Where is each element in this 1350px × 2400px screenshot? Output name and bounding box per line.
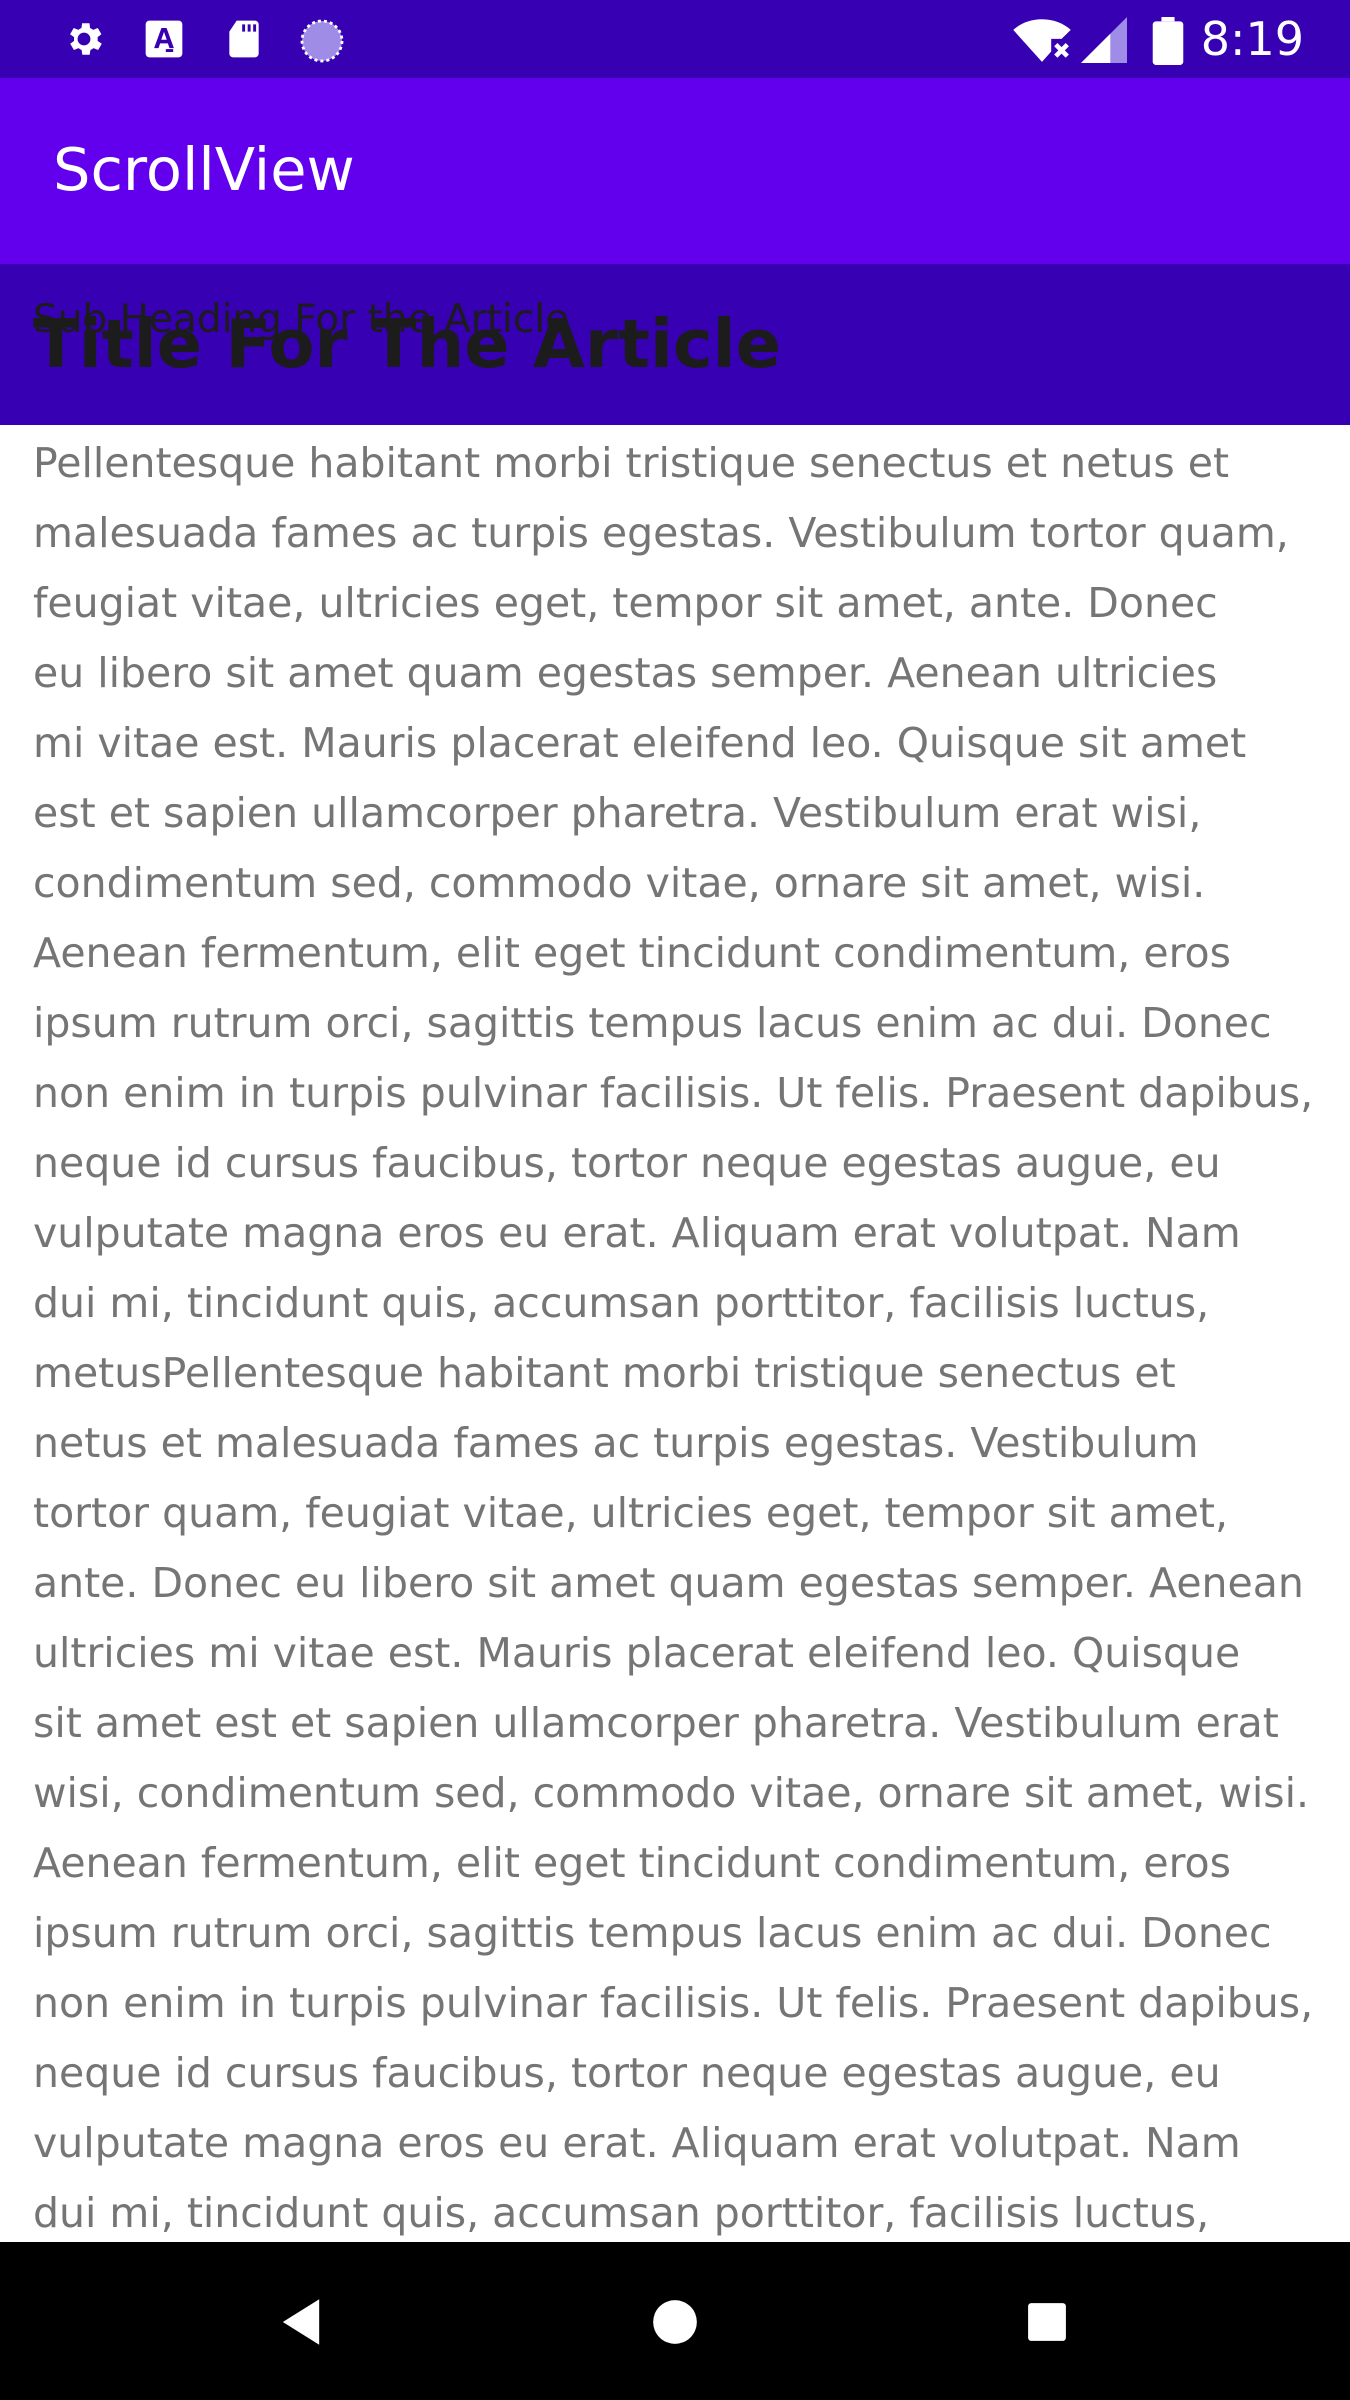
article-line: est et sapien ullamcorper pharetra. Vest… (33, 789, 1202, 837)
article-line: neque id cursus faucibus, tortor neque e… (33, 1139, 1221, 1187)
article-line: ante. Donec eu libero sit amet quam eges… (33, 1559, 1304, 1607)
recents-icon (1028, 2303, 1066, 2341)
article-line: eu libero sit amet quam egestas semper. … (33, 649, 1218, 697)
article-line: wisi, condimentum sed, commodo vitae, or… (33, 1769, 1310, 1817)
article-line: Pellentesque habitant morbi tristique se… (33, 439, 1230, 487)
gear-icon (58, 17, 110, 65)
article-line: dui mi, tincidunt quis, accumsan porttit… (33, 1279, 1210, 1327)
home-icon (653, 2300, 697, 2344)
navigation-bar (0, 2242, 1350, 2400)
article-line: tortor quam, feugiat vitae, ultricies eg… (33, 1489, 1229, 1537)
sync-circle-icon (298, 17, 346, 69)
article-line: netus et malesuada fames ac turpis egest… (33, 1419, 1199, 1467)
status-time: 8:19 (1200, 12, 1304, 66)
app-bar: ScrollView (0, 78, 1350, 264)
recents-button[interactable] (1002, 2277, 1092, 2367)
article-line: ultricies mi vitae est. Mauris placerat … (33, 1629, 1241, 1677)
article-line: sit amet est et sapien ullamcorper phare… (33, 1699, 1279, 1747)
article-line: ipsum rutrum orci, sagittis tempus lacus… (33, 1909, 1272, 1957)
accessibility-a-icon (142, 17, 186, 65)
article-scroll-view[interactable]: Pellentesque habitant morbi tristique se… (33, 428, 1323, 2240)
article-line: non enim in turpis pulvinar facilisis. U… (33, 1979, 1314, 2027)
article-line: vulputate magna eros eu erat. Aliquam er… (33, 1209, 1241, 1257)
status-bar: 8:19 (0, 0, 1350, 78)
article-title: Title For The Article (33, 305, 782, 383)
article-line: condimentum sed, commodo vitae, ornare s… (33, 859, 1206, 907)
wifi-off-icon (1012, 17, 1072, 67)
article-line: Aenean fermentum, elit eget tincidunt co… (33, 1839, 1231, 1887)
sd-card-icon (222, 17, 266, 65)
signal-icon (1080, 17, 1128, 67)
article-line: metusPellentesque habitant morbi tristiq… (33, 1349, 1176, 1397)
back-button[interactable] (256, 2277, 346, 2367)
article-line: dui mi, tincidunt quis, accumsan porttit… (33, 2189, 1210, 2237)
article-line: Aenean fermentum, elit eget tincidunt co… (33, 929, 1231, 977)
app-title: ScrollView (53, 135, 355, 204)
article-line: feugiat vitae, ultricies eget, tempor si… (33, 579, 1218, 627)
article-line: malesuada fames ac turpis egestas. Vesti… (33, 509, 1289, 557)
article-line: mi vitae est. Mauris placerat eleifend l… (33, 719, 1247, 767)
home-button[interactable] (630, 2277, 720, 2367)
article-line: vulputate magna eros eu erat. Aliquam er… (33, 2119, 1241, 2167)
battery-icon (1152, 17, 1184, 69)
article-line: neque id cursus faucibus, tortor neque e… (33, 2049, 1221, 2097)
article-line: ipsum rutrum orci, sagittis tempus lacus… (33, 999, 1272, 1047)
back-icon (282, 2299, 320, 2345)
article-header: Sub Heading For the Article Title For Th… (0, 264, 1350, 425)
article-line: non enim in turpis pulvinar facilisis. U… (33, 1069, 1314, 1117)
